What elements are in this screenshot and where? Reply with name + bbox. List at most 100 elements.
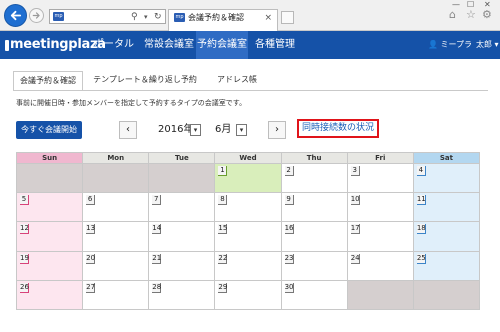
calendar-day-cell[interactable]: 21 — [149, 251, 216, 281]
calendar-day-cell[interactable]: 7 — [149, 193, 216, 223]
user-sub-menu[interactable]: 太郎 ▾ — [476, 31, 499, 59]
browser-tab[interactable]: mp 会議予約＆確認 × — [168, 9, 278, 31]
calendar-day-cell[interactable]: 22 — [215, 251, 282, 281]
day-number[interactable]: 13 — [86, 224, 96, 235]
tab-reservation-confirm[interactable]: 会議予約＆確認 — [13, 71, 83, 91]
calendar-day-cell[interactable]: 17 — [347, 222, 414, 252]
day-number[interactable]: 20 — [86, 253, 96, 264]
day-number[interactable]: 24 — [350, 253, 360, 264]
day-number[interactable]: 14 — [152, 224, 162, 235]
tab-template-repeat[interactable]: テンプレート＆繰り返し予約 — [86, 71, 204, 91]
calendar-day-cell[interactable]: 26 — [17, 280, 84, 310]
day-number[interactable]: 8 — [218, 195, 228, 206]
start-meeting-now-button[interactable]: 今すぐ会議開始 — [16, 121, 82, 139]
calendar-day-cell[interactable]: 8 — [215, 193, 282, 223]
star-icon[interactable]: ☆ — [466, 9, 476, 21]
day-number[interactable]: 17 — [350, 224, 360, 235]
gear-icon[interactable]: ⚙ — [482, 9, 492, 21]
day-number[interactable]: 5 — [20, 195, 29, 206]
day-number[interactable]: 27 — [86, 282, 96, 293]
calendar-day-cell[interactable]: 2 — [281, 164, 348, 194]
calendar-day-cell[interactable]: 30 — [281, 280, 348, 310]
day-number[interactable]: 12 — [20, 224, 29, 235]
year-select-value[interactable]: 2016年 — [158, 121, 193, 139]
close-tab-icon[interactable]: × — [264, 12, 272, 24]
day-number[interactable]: 28 — [152, 282, 162, 293]
month-dropdown-chevron-down-icon[interactable]: ▾ — [236, 124, 247, 136]
tab-divider — [13, 90, 488, 91]
calendar-day-cell[interactable]: 12 — [17, 222, 84, 252]
menu-portal[interactable]: ポータル — [90, 31, 138, 59]
refresh-icon[interactable]: ↻ — [154, 11, 162, 23]
calendar-empty-cell — [347, 280, 414, 310]
calendar-empty-cell — [83, 164, 150, 194]
calendar-day-cell[interactable]: 10 — [347, 193, 414, 223]
day-number[interactable]: 4 — [416, 166, 426, 176]
calendar-week-row: 12 13 14 15 16 17 18 — [17, 222, 480, 252]
calendar-day-cell[interactable]: 24 — [347, 251, 414, 281]
calendar-day-cell[interactable]: 3 — [347, 164, 414, 194]
day-number[interactable]: 1 — [218, 166, 228, 176]
calendar-day-cell[interactable]: 15 — [215, 222, 282, 252]
day-number[interactable]: 15 — [218, 224, 228, 235]
day-number[interactable]: 19 — [20, 253, 29, 264]
day-number[interactable]: 9 — [284, 195, 294, 206]
day-number[interactable]: 7 — [152, 195, 162, 206]
user-sub-name: 太郎 — [476, 40, 492, 49]
calendar-day-cell[interactable]: 25 — [413, 251, 480, 281]
day-number[interactable]: 16 — [284, 224, 294, 235]
calendar-day-cell[interactable]: 6 — [83, 193, 150, 223]
user-menu[interactable]: 👤 ミープラ — [428, 31, 472, 59]
calendar-week-row: 26 27 28 29 30 — [17, 280, 480, 310]
calendar-day-cell[interactable]: 13 — [83, 222, 150, 252]
calendar-day-cell[interactable]: 27 — [83, 280, 150, 310]
address-bar[interactable]: mp ⚲ ▾ ↻ — [49, 9, 166, 24]
day-number[interactable]: 25 — [416, 253, 426, 264]
calendar-day-cell[interactable]: 11 — [413, 193, 480, 223]
calendar-day-cell[interactable]: 18 — [413, 222, 480, 252]
calendar-day-cell[interactable]: 5 — [17, 193, 84, 223]
calendar-day-cell[interactable]: 23 — [281, 251, 348, 281]
arrow-right-icon — [32, 12, 40, 19]
day-number[interactable]: 11 — [416, 195, 426, 206]
concurrent-connections-link[interactable]: 同時接続数の状況 — [297, 119, 379, 138]
calendar-day-cell[interactable]: 1 — [215, 164, 282, 194]
forward-button[interactable] — [29, 8, 44, 23]
home-icon[interactable]: ⌂ — [449, 9, 456, 21]
new-tab-button[interactable] — [281, 11, 294, 24]
calendar-day-cell[interactable]: 4 — [413, 164, 480, 194]
day-number[interactable]: 10 — [350, 195, 360, 206]
year-dropdown-chevron-down-icon[interactable]: ▾ — [190, 124, 201, 136]
day-number[interactable]: 18 — [416, 224, 426, 235]
day-number[interactable]: 6 — [86, 195, 96, 206]
menu-management[interactable]: 各種管理 — [252, 31, 298, 59]
calendar-day-cell[interactable]: 14 — [149, 222, 216, 252]
menu-reservation-room[interactable]: 予約会議室 — [196, 31, 248, 59]
back-button[interactable] — [4, 4, 27, 27]
search-icon[interactable]: ⚲ — [131, 11, 138, 23]
calendar-day-cell[interactable]: 20 — [83, 251, 150, 281]
day-number[interactable]: 23 — [284, 253, 294, 264]
calendar-day-cell[interactable]: 9 — [281, 193, 348, 223]
day-number[interactable]: 22 — [218, 253, 228, 264]
prev-month-button[interactable]: ‹ — [119, 121, 137, 139]
month-select-value[interactable]: 6月 — [215, 121, 231, 139]
day-number[interactable]: 3 — [350, 166, 360, 176]
day-header-sun: Sun — [17, 153, 84, 164]
site-favicon-icon: mp — [53, 12, 64, 21]
next-month-button[interactable]: › — [268, 121, 286, 139]
day-number[interactable]: 21 — [152, 253, 162, 264]
day-number[interactable]: 29 — [218, 282, 228, 293]
chevron-down-icon[interactable]: ▾ — [144, 11, 148, 23]
day-number[interactable]: 30 — [284, 282, 294, 293]
day-number[interactable]: 26 — [20, 282, 29, 293]
calendar-day-cell[interactable]: 16 — [281, 222, 348, 252]
calendar-day-cell[interactable]: 28 — [149, 280, 216, 310]
calendar-day-cell[interactable]: 29 — [215, 280, 282, 310]
arrow-left-icon — [10, 10, 22, 21]
day-header-tue: Tue — [149, 153, 216, 164]
tab-address-book[interactable]: アドレス帳 — [207, 71, 267, 91]
menu-permanent-room[interactable]: 常設会議室 — [141, 31, 197, 59]
calendar-day-cell[interactable]: 19 — [17, 251, 84, 281]
day-number[interactable]: 2 — [284, 166, 294, 176]
